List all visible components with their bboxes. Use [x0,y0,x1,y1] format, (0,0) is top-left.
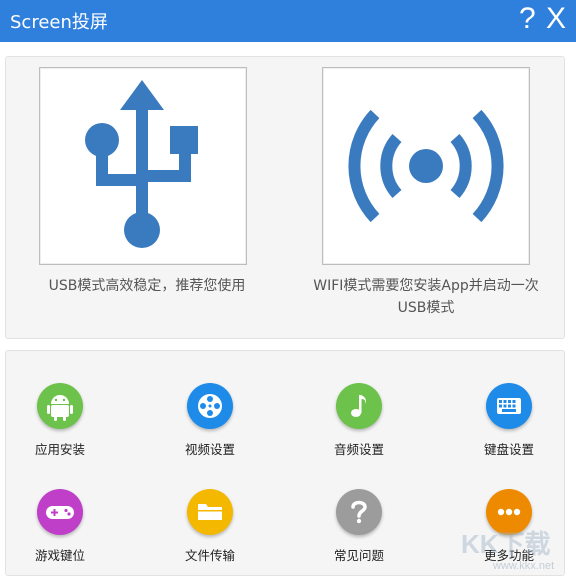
tool-more-features[interactable]: 更多功能 [474,489,544,564]
tool-label: 音频设置 [333,442,384,457]
tool-game-keys[interactable]: 游戏键位 [25,489,95,564]
usb-icon [85,80,198,248]
tool-label: 常见问题 [333,548,384,563]
usb-mode-caption: USB模式高效稳定，推荐您使用 [48,278,246,294]
android-icon [37,383,83,429]
close-button[interactable]: X [546,2,566,36]
window-title: Screen投屏 [10,12,108,33]
tool-label: 视频设置 [184,442,235,457]
title-bar: Screen投屏 ? X [0,0,576,42]
usb-mode-button[interactable] [39,67,247,265]
gamepad-icon [37,489,83,535]
tool-label: 游戏键位 [34,548,85,563]
wifi-mode-caption: WIFI模式需要您安装App并启动一次USB模式 [313,278,539,316]
tool-file-transfer[interactable]: 文件传输 [175,489,245,564]
tool-label: 应用安装 [34,442,85,457]
folder-icon [187,489,233,535]
tools-panel: 应用安装 视频设置 音频设置 键盘设置 游戏键位 文件传输 常见问题 更多功能 [5,350,565,576]
more-dots-icon [486,489,532,535]
question-icon [336,489,382,535]
tool-app-install[interactable]: 应用安装 [25,383,95,458]
tool-faq[interactable]: 常见问题 [324,489,394,564]
tool-label: 文件传输 [184,548,235,563]
connection-mode-panel: USB模式高效稳定，推荐您使用 WIFI模式需要您安装App并启动一次USB模式 [5,56,565,339]
tool-audio-settings[interactable]: 音频设置 [324,383,394,458]
tool-keyboard-settings[interactable]: 键盘设置 [474,383,544,458]
tool-label: 更多功能 [483,548,534,563]
wifi-mode-button[interactable] [322,67,530,265]
keyboard-icon [486,383,532,429]
tool-video-settings[interactable]: 视频设置 [175,383,245,458]
tool-label: 键盘设置 [483,442,534,457]
help-button[interactable]: ? [519,2,536,36]
wifi-broadcast-icon [348,109,504,223]
film-reel-icon [187,383,233,429]
music-note-icon [336,383,382,429]
